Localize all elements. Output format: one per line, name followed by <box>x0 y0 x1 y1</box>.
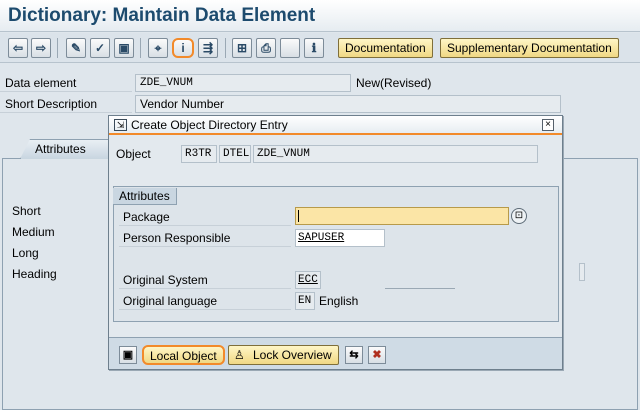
field-edge <box>579 263 585 281</box>
navigation-icon[interactable]: ⇶ <box>198 38 218 58</box>
application-toolbar: ⇦ ⇨ ✎ ✓ ▣ ⌖ i ⇶ ⊞ ⎙ ℹ Documentation Supp… <box>0 33 640 63</box>
package-label: Package <box>119 208 291 226</box>
toolbar-separator <box>225 38 226 58</box>
close-icon[interactable]: × <box>542 119 554 131</box>
original-language-label: Original language <box>119 292 291 310</box>
person-responsible-field[interactable]: SAPUSER <box>295 229 385 247</box>
long-label: Long <box>12 246 39 260</box>
package-input[interactable] <box>295 207 509 225</box>
original-language-name: English <box>319 294 359 308</box>
short-description-label: Short Description <box>0 95 132 113</box>
short-description-field[interactable]: Vendor Number <box>135 95 561 113</box>
medium-label: Medium <box>12 225 55 239</box>
object-pgmid-field: R3TR <box>181 145 217 163</box>
where-used-icon[interactable]: ⌖ <box>148 38 168 58</box>
title-bar: Dictionary: Maintain Data Element <box>0 0 640 32</box>
original-system-label: Original System <box>119 271 291 289</box>
toolbar-separator <box>57 38 58 58</box>
lock-overview-icon: ♙ <box>234 348 245 362</box>
back-arrow-icon[interactable]: ⇦ <box>8 38 28 58</box>
dialog-title: Create Object Directory Entry <box>109 116 562 135</box>
dialog-footer: ▣ Local Object ♙ Lock Overview ⇆ ✖ <box>109 337 562 369</box>
attributes-group-title: Attributes <box>113 188 177 205</box>
save-icon[interactable]: ▣ <box>119 346 137 364</box>
info-icon[interactable]: ℹ <box>304 38 324 58</box>
supplementary-documentation-button[interactable]: Supplementary Documentation <box>440 38 619 58</box>
data-element-field[interactable]: ZDE_VNUM <box>135 74 351 92</box>
short-label: Short <box>12 204 41 218</box>
divider <box>385 288 455 289</box>
display-change-icon[interactable]: ✎ <box>66 38 86 58</box>
dialog-window-icon: ⇲ <box>114 119 127 131</box>
lock-overview-label: Lock Overview <box>253 348 332 362</box>
original-language-code: EN <box>295 292 315 310</box>
tab-attributes[interactable]: Attributes <box>20 139 112 159</box>
original-system-field: ECC <box>295 271 321 289</box>
text-cursor <box>298 210 299 222</box>
page-title: Dictionary: Maintain Data Element <box>8 5 316 26</box>
object-info-icon[interactable]: i <box>172 38 194 58</box>
blank-icon[interactable] <box>280 38 300 58</box>
create-object-directory-dialog: Create Object Directory Entry ⇲ × Object… <box>108 115 563 370</box>
status-text: New(Revised) <box>356 76 432 90</box>
documentation-button[interactable]: Documentation <box>338 38 433 58</box>
person-responsible-label: Person Responsible <box>119 229 291 247</box>
lock-overview-button[interactable]: ♙ Lock Overview <box>228 345 339 365</box>
check-icon[interactable]: ✓ <box>90 38 110 58</box>
heading-label: Heading <box>12 267 57 281</box>
object-type-field: DTEL <box>219 145 251 163</box>
print-icon[interactable]: ⎙ <box>256 38 276 58</box>
cancel-icon[interactable]: ✖ <box>368 346 386 364</box>
data-element-label: Data element <box>0 74 132 92</box>
toolbar-separator <box>140 38 141 58</box>
hierarchy-icon[interactable]: ⊞ <box>232 38 252 58</box>
object-name-field: ZDE_VNUM <box>253 145 538 163</box>
value-help-icon[interactable]: ⊡ <box>511 208 527 224</box>
transport-icon[interactable]: ⇆ <box>345 346 363 364</box>
object-label: Object <box>116 147 151 161</box>
activate-icon[interactable]: ▣ <box>114 38 134 58</box>
forward-arrow-icon[interactable]: ⇨ <box>31 38 51 58</box>
local-object-button[interactable]: Local Object <box>142 345 225 365</box>
